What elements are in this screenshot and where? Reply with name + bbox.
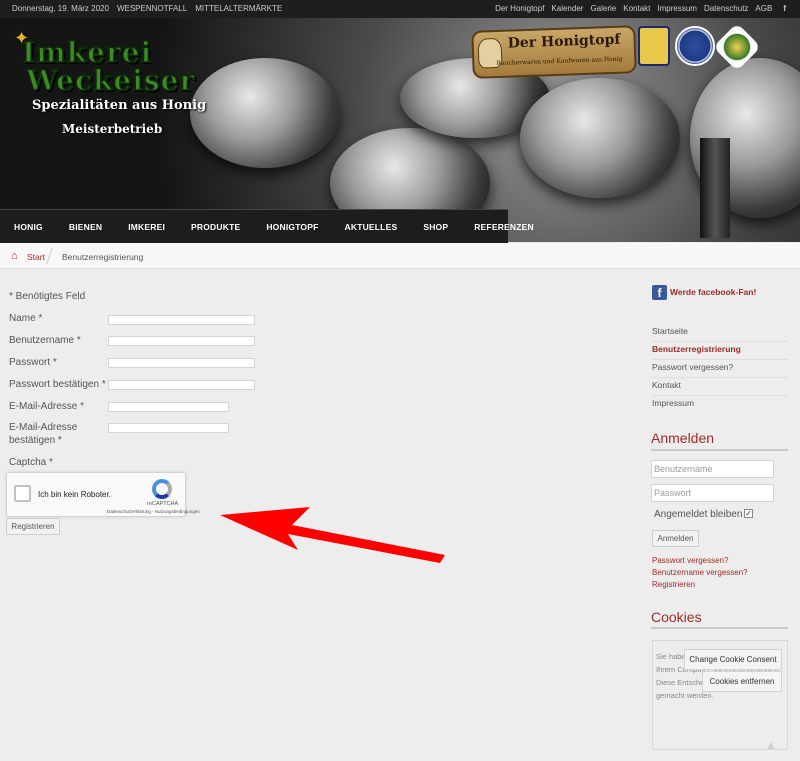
honigtopf-subtitle: Raucherwaren und Kaufwaren aus Honig xyxy=(496,55,623,68)
nav-item-honigtopf[interactable]: HONIGTOPF xyxy=(266,222,318,232)
recaptcha-text: Ich bin kein Roboter. xyxy=(38,490,111,499)
sidebar-password-input[interactable]: Passwort xyxy=(651,484,774,502)
breadcrumb: ⌂ Start Benutzerregistrierung xyxy=(0,243,800,269)
sidebar-item-startseite[interactable]: Startseite xyxy=(652,324,788,342)
captcha-label: Captcha * xyxy=(9,457,53,468)
nav-item-shop[interactable]: SHOP xyxy=(423,222,448,232)
cookies-heading-divider xyxy=(651,627,788,629)
login-heading: Anmelden xyxy=(651,430,715,446)
nav-item-referenzen[interactable]: REFERENZEN xyxy=(474,222,534,232)
required-note: * Benötigtes Feld xyxy=(9,291,86,302)
subtitle: Meisterbetrieb xyxy=(62,122,163,136)
name-label: Name * xyxy=(9,313,43,324)
home-icon[interactable]: ⌂ xyxy=(11,251,21,262)
facebook-icon[interactable]: f xyxy=(783,4,786,13)
topbar-link-agb[interactable]: AGB xyxy=(755,4,772,13)
nav-item-bienen[interactable]: BIENEN xyxy=(69,222,102,232)
facebook-icon[interactable]: f xyxy=(652,285,667,300)
nav-item-aktuelles[interactable]: AKTUELLES xyxy=(345,222,398,232)
sidebar-item-passwort-vergessen[interactable]: Passwort vergessen? xyxy=(652,360,788,378)
remember-me-checkbox[interactable]: ✓ xyxy=(744,509,753,518)
breadcrumb-start[interactable]: Start xyxy=(27,252,45,262)
sidebar-item-impressum[interactable]: Impressum xyxy=(652,396,788,414)
scroll-up-icon[interactable]: ▲ xyxy=(765,738,779,752)
change-cookie-consent-button[interactable]: Change Cookie Consent xyxy=(684,649,782,670)
recaptcha-brand: reCAPTCHA xyxy=(147,501,179,507)
remember-me-label: Angemeldet bleiben xyxy=(654,509,743,520)
email-confirm-label: E-Mail-Adresse xyxy=(9,422,78,433)
nav-item-imkerei[interactable]: IMKEREI xyxy=(128,222,165,232)
breadcrumb-current: Benutzerregistrierung xyxy=(62,252,144,262)
topbar-link-honigtopf[interactable]: Der Honigtopf xyxy=(495,4,544,13)
slogan: Spezialitäten aus Honig xyxy=(32,98,207,113)
cookies-heading: Cookies xyxy=(651,609,702,625)
topbar-link-datenschutz[interactable]: Datenschutz xyxy=(704,4,748,13)
topbar-link-galerie[interactable]: Galerie xyxy=(590,4,616,13)
email-field[interactable] xyxy=(108,402,229,412)
register-button[interactable]: Registrieren xyxy=(6,518,60,535)
honigtopf-sign[interactable]: Der Honigtopf Raucherwaren und Kaufwaren… xyxy=(471,25,637,79)
main-nav: HONIG BIENEN IMKEREI PRODUKTE HONIGTOPF … xyxy=(0,209,534,243)
current-date: Donnerstag, 19. März 2020 xyxy=(12,4,109,13)
password-field[interactable] xyxy=(108,358,255,368)
typewriter-key-image xyxy=(190,58,340,168)
typewriter-key-image xyxy=(520,78,680,198)
forgot-username-link[interactable]: Benutzername vergessen? xyxy=(652,568,748,577)
topbar-link-kalender[interactable]: Kalender xyxy=(551,4,583,13)
sidebar-item-benutzerregistrierung[interactable]: Benutzerregistrierung xyxy=(652,342,788,360)
register-link[interactable]: Registrieren xyxy=(652,580,695,589)
honigtopf-title: Der Honigtopf xyxy=(507,31,621,52)
breadcrumb-separator xyxy=(46,247,53,265)
logo-line-2[interactable]: Weckeiser xyxy=(25,63,195,98)
nav-item-honig[interactable]: HONIG xyxy=(14,222,43,232)
nav-item-produkte[interactable]: PRODUKTE xyxy=(191,222,240,232)
arrow-head xyxy=(220,507,445,563)
password-label: Passwort * xyxy=(9,357,57,368)
topbar-link-impressum[interactable]: Impressum xyxy=(657,4,697,13)
remove-cookies-button[interactable]: Cookies entfernen xyxy=(702,671,782,692)
recaptcha-links[interactable]: Datenschutzerklärung - Nutzungsbedingung… xyxy=(107,509,200,514)
sidebar-item-kontakt[interactable]: Kontakt xyxy=(652,378,788,396)
topbar-link-wespennotfall[interactable]: WESPENNOTFALL xyxy=(117,4,187,13)
username-label: Benutzername * xyxy=(9,335,81,346)
name-field[interactable] xyxy=(108,315,255,325)
email-confirm-field[interactable] xyxy=(108,423,229,433)
imkerbund-badge-icon[interactable] xyxy=(638,26,670,66)
topbar-link-kontakt[interactable]: Kontakt xyxy=(623,4,650,13)
email-label: E-Mail-Adresse * xyxy=(9,401,85,412)
cookie-panel: Sie haben zugestimmt, Cookies auf Ihrem … xyxy=(652,640,788,750)
password-confirm-label: Passwort bestätigen * xyxy=(9,379,106,390)
username-field[interactable] xyxy=(108,336,255,346)
recaptcha-logo-icon xyxy=(152,479,172,499)
european-badge-icon[interactable] xyxy=(675,26,715,66)
typewriter-stem xyxy=(700,138,730,238)
login-heading-divider xyxy=(651,449,788,451)
recaptcha-checkbox[interactable] xyxy=(14,485,31,502)
password-confirm-field[interactable] xyxy=(108,380,255,390)
login-button[interactable]: Anmelden xyxy=(652,530,699,547)
top-bar: Donnerstag, 19. März 2020 WESPENNOTFALL … xyxy=(0,0,800,18)
recaptcha-widget: Ich bin kein Roboter. reCAPTCHA Datensch… xyxy=(6,472,200,517)
email-confirm-label-line2: bestätigen * xyxy=(9,435,62,446)
forgot-password-link[interactable]: Passwort vergessen? xyxy=(652,556,728,565)
topbar-link-mittelaltermaerkte[interactable]: MITTELALTERMÄRKTE xyxy=(195,4,282,13)
sidebar-username-input[interactable]: Benutzername xyxy=(651,460,774,478)
facebook-fan-link[interactable]: Werde facebook-Fan! xyxy=(670,287,756,297)
red-arrow-annotation xyxy=(220,507,445,563)
